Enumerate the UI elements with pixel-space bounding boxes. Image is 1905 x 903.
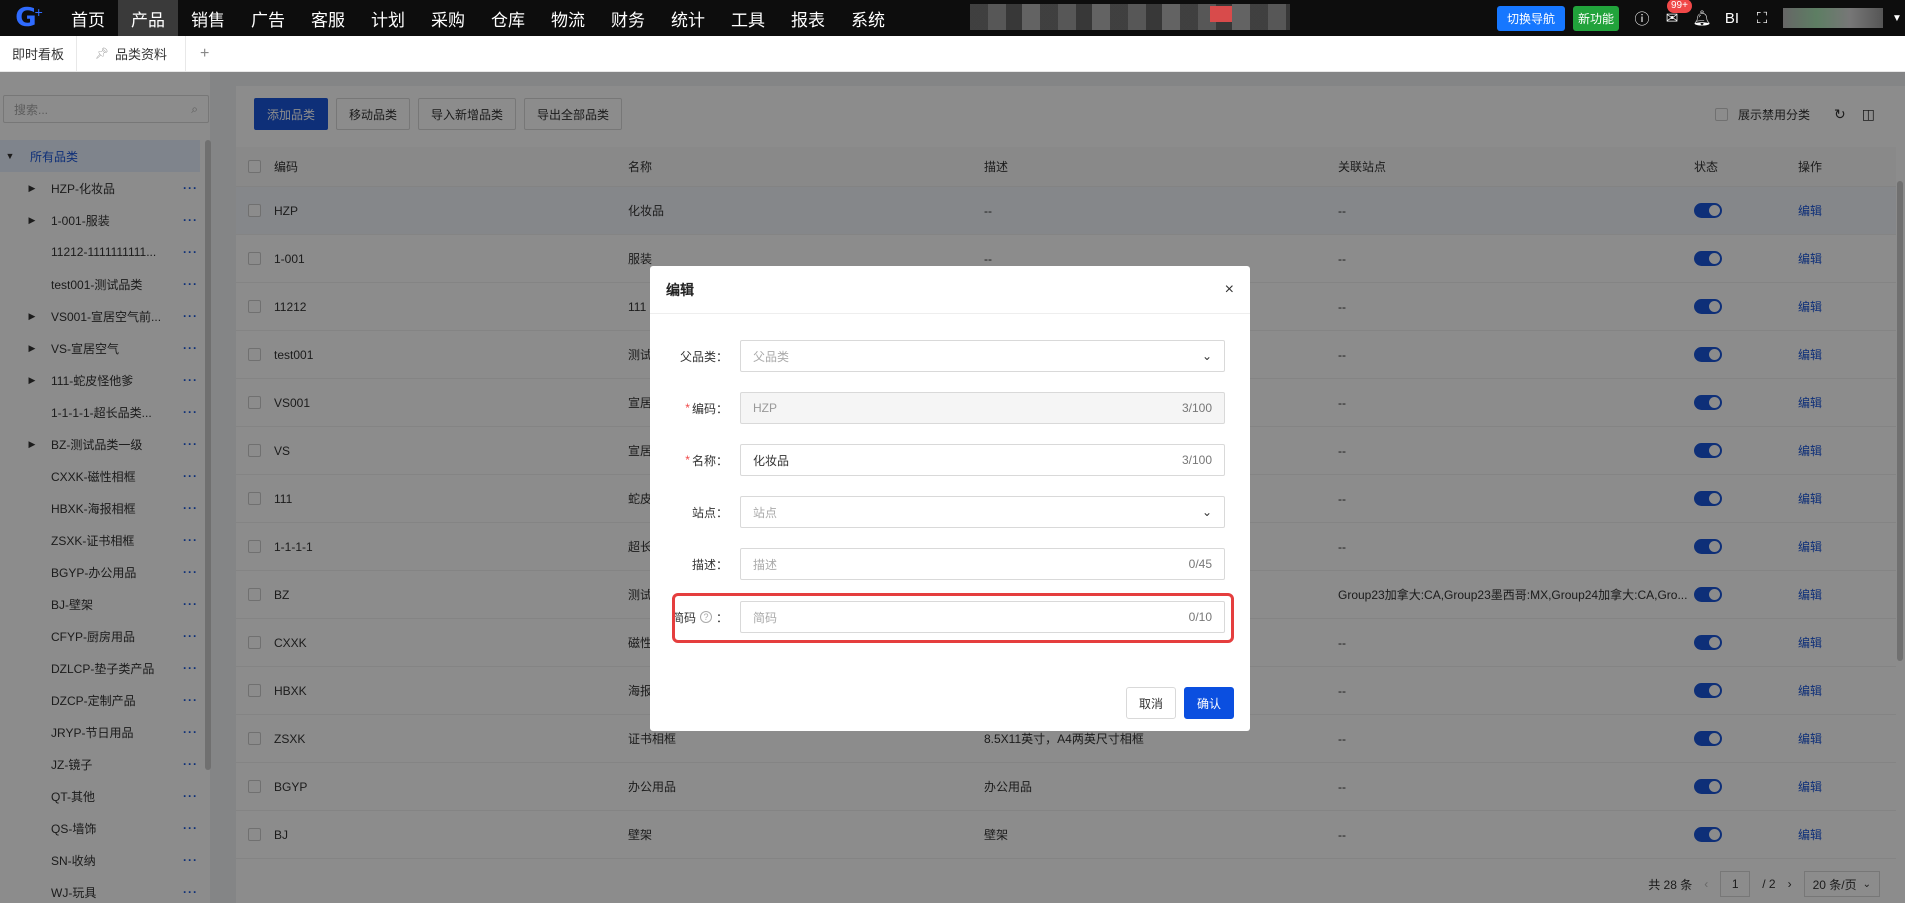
label-colon: ： (715, 401, 728, 416)
name-label: 名称 (691, 453, 716, 468)
nav-item[interactable]: 首页 (58, 0, 118, 36)
chevron-down-icon: ⌄ (1201, 505, 1212, 519)
new-feature-button[interactable]: 新功能 (1572, 5, 1619, 31)
nav-item[interactable]: 广告 (238, 0, 298, 36)
dialog-title: 编辑 (666, 281, 694, 298)
cancel-button[interactable]: 取消 (1125, 687, 1176, 719)
dialog-header: 编辑 × (650, 266, 1250, 314)
form-row-code: * 编码： HZP 3/100 (650, 392, 1250, 424)
tab-category-data[interactable]: 📌︎ 品类资料 (76, 35, 186, 72)
description-char-count: 0/45 (1188, 557, 1212, 571)
nav-item[interactable]: 销售 (178, 0, 238, 36)
main-menu: 首页 产品 销售 广告 客服 计划 采购 仓库 物流 财务 统计 工具 报表 系统 (58, 0, 898, 36)
description-placeholder: 描述 (753, 557, 778, 572)
pin-icon[interactable]: 📌︎ (95, 47, 109, 60)
switch-nav-button[interactable]: 切换导航 (1496, 5, 1565, 31)
description-input[interactable]: 描述 0/45 (740, 548, 1225, 580)
label-colon: ： (715, 349, 728, 364)
form-row-name: * 名称： 化妆品 3/100 (650, 444, 1250, 476)
parent-label: 父品类 (679, 349, 716, 364)
label-colon: ： (715, 557, 728, 572)
app-logo[interactable]: G + (0, 0, 58, 36)
description-label: 描述 (691, 557, 716, 572)
add-tab-button[interactable]: + (200, 45, 209, 63)
label-colon: ： (715, 453, 728, 468)
name-value: 化妆品 (753, 453, 790, 468)
top-right-tools: 切换导航 新功能 ⓘ ✉ 99+ 🔔︎ BI ⛶ ▼ (1496, 0, 1905, 36)
bi-link[interactable]: BI (1717, 10, 1747, 27)
edit-category-dialog: 编辑 × 父品类： 父品类 ⌄ * 编码： HZP 3/100 * 名称： 化妆品 … (650, 266, 1250, 731)
nav-item[interactable]: 工具 (718, 0, 778, 36)
required-mark: * (685, 401, 690, 415)
code-char-count: 3/100 (1181, 401, 1212, 415)
top-navigation-bar: G + 首页 产品 销售 广告 客服 计划 采购 仓库 物流 财务 统计 工具 报表 系统 切换导航 新功能… (0, 0, 1905, 36)
nav-item[interactable]: 客服 (298, 0, 358, 36)
fullscreen-icon[interactable]: ⛶ (1747, 10, 1777, 27)
site-placeholder: 站点 (753, 505, 778, 520)
parent-category-select[interactable]: 父品类 ⌄ (740, 340, 1225, 372)
nav-item[interactable]: 统计 (658, 0, 718, 36)
name-input[interactable]: 化妆品 3/100 (740, 444, 1225, 476)
confirm-button[interactable]: 确认 (1183, 687, 1234, 719)
message-icon[interactable]: ✉ 99+ (1657, 0, 1692, 27)
name-char-count: 3/100 (1181, 453, 1212, 467)
caret-down-icon[interactable]: ▼ (1889, 13, 1905, 24)
nav-item[interactable]: 产品 (118, 0, 178, 36)
parent-placeholder: 父品类 (753, 349, 790, 364)
tab-dashboard[interactable]: 即时看板 (0, 36, 76, 72)
form-row-parent: 父品类： 父品类 ⌄ (650, 340, 1250, 372)
chevron-down-icon: ⌄ (1201, 349, 1212, 363)
info-icon[interactable]: ⓘ (1627, 8, 1657, 29)
nav-item[interactable]: 采购 (418, 0, 478, 36)
tab-label: 品类资料 (114, 47, 167, 62)
nav-item[interactable]: 报表 (778, 0, 838, 36)
redacted-area (970, 4, 1290, 30)
nav-item[interactable]: 计划 (358, 0, 418, 36)
dialog-footer: 取消 确认 (1125, 687, 1234, 719)
site-select[interactable]: 站点 ⌄ (740, 496, 1225, 528)
site-label: 站点 (691, 505, 716, 520)
label-colon: ： (715, 505, 728, 520)
form-row-description: 描述： 描述 0/45 (650, 548, 1250, 580)
code-label: 编码 (691, 401, 716, 416)
code-value: HZP (753, 401, 777, 415)
nav-item[interactable]: 仓库 (478, 0, 538, 36)
highlight-box (672, 593, 1234, 643)
nav-item[interactable]: 物流 (538, 0, 598, 36)
nav-item[interactable]: 财务 (598, 0, 658, 36)
page-tabs: 即时看板 📌︎ 品类资料 + (0, 35, 1905, 72)
nav-item[interactable]: 系统 (838, 0, 898, 36)
close-icon[interactable]: × (1225, 281, 1234, 299)
bell-icon[interactable]: 🔔︎ (1687, 9, 1717, 27)
required-mark: * (685, 453, 690, 467)
redacted-area (1210, 6, 1232, 22)
code-input[interactable]: HZP 3/100 (740, 392, 1225, 424)
form-row-site: 站点： 站点 ⌄ (650, 496, 1250, 528)
user-avatar[interactable] (1783, 8, 1883, 28)
